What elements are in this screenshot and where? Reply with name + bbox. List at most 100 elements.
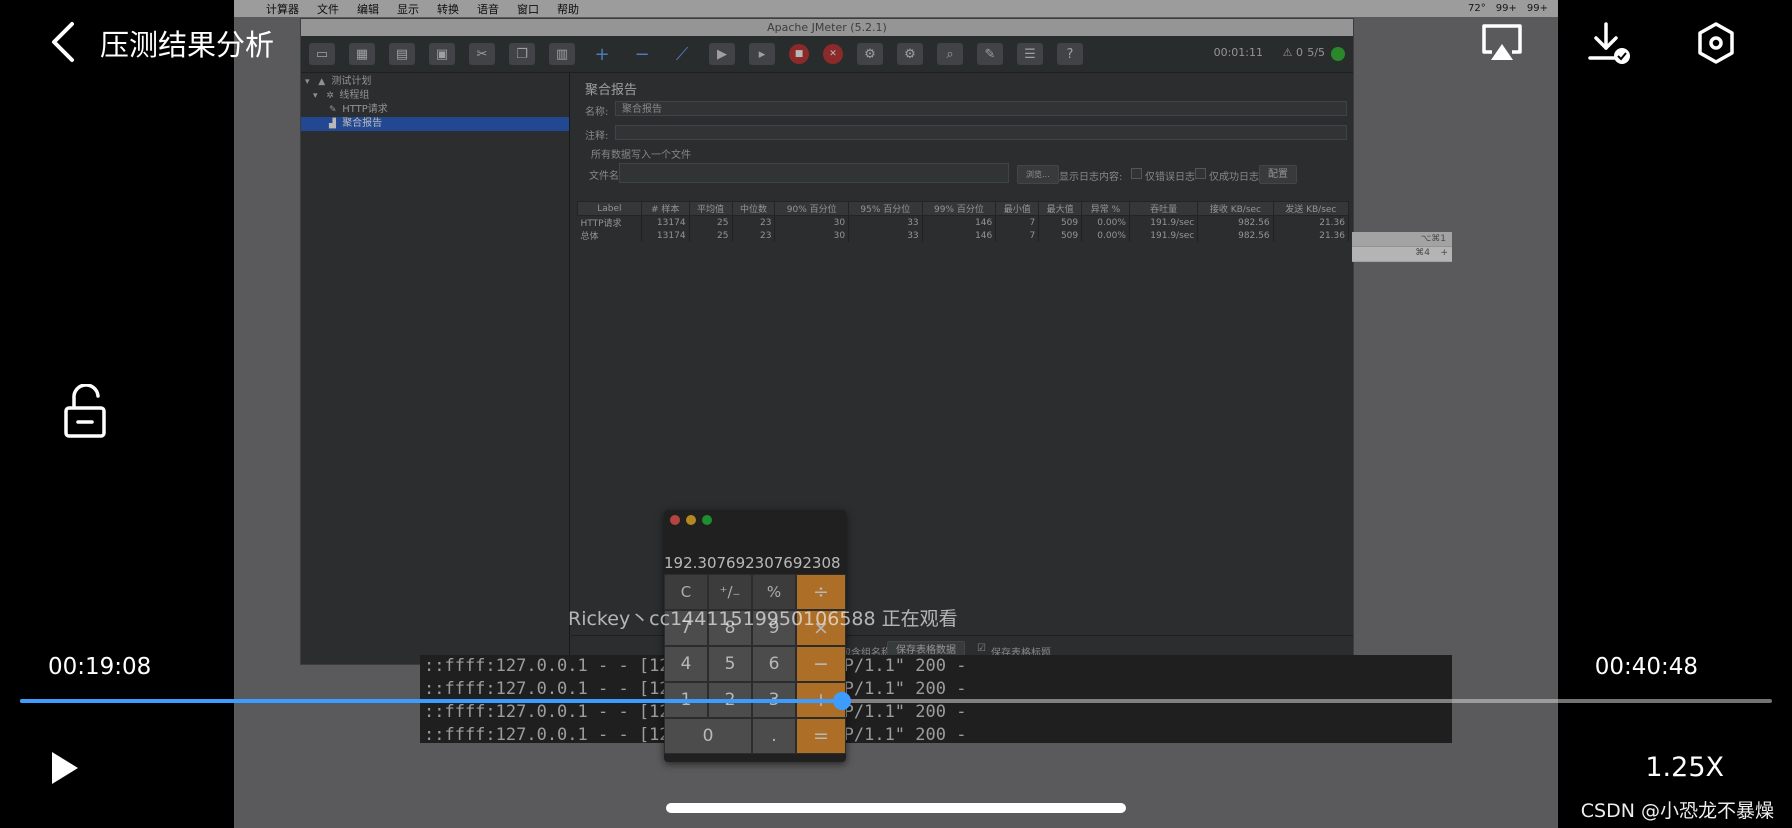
unlock-icon[interactable] [62,384,112,440]
table-cell: 33 [848,215,923,229]
caret-down-icon: ▾ [313,91,318,101]
column-header: 接收 KB/sec [1197,201,1274,216]
watermark-text: CSDN @小恐龙不暴燥 [1580,800,1774,822]
airplay-icon[interactable] [1480,22,1524,62]
column-header: 异常 % [1081,201,1130,216]
table-cell: HTTP请求 [577,215,642,229]
settings-icon[interactable] [1693,20,1739,66]
table-cell: 33 [848,229,923,242]
terminal-line: ::ffff:127.0.0.1 - - [12/...4] "GET / HT… [424,679,967,699]
table-cell: 30 [774,229,850,242]
thread-group-icon: ✲ [326,91,334,101]
table-cell: 7 [995,215,1040,229]
expand-icon: + [594,43,610,65]
terminal-line: ::ffff:127.0.0.1 - - [12/...4] "GET / HT… [424,702,967,722]
running-indicator-icon [1331,47,1345,61]
tree-item-thread-group: ▾ ✲ 线程组 [313,89,369,103]
help-icon: ? [1057,43,1083,65]
progress-bar[interactable] [20,692,1772,710]
progress-thumb[interactable] [832,692,851,710]
sampler-icon: ✎ [329,105,337,115]
home-indicator [666,803,1126,813]
menu-window: 窗口 [517,2,539,16]
menu-help: 帮助 [557,2,579,16]
stop-icon: ■ [789,44,809,64]
column-header: 最小值 [995,201,1040,216]
column-header: 中位数 [731,201,776,216]
total-time: 00:40:48 [1594,654,1698,680]
calculator-window: 192.307692307692308 C ⁺∕₋ % ÷ 7 8 9 × 4 … [664,510,846,762]
menu-view: 显示 [397,2,419,16]
minus-key: − [796,646,846,682]
warning-count: ⚠ 0 [1282,46,1303,59]
table-cell: 21.36 [1273,229,1350,242]
mac-menubar: 计算器 文件 编辑 显示 转换 语音 窗口 帮助 72° 99+ 99+ [234,0,1558,17]
clear-all-icon: ⚙ [897,43,923,65]
minimize-icon [686,515,696,525]
video-title: 压测结果分析 [100,28,275,62]
side-shortcut: ⌥⌘1 [1420,234,1446,244]
table-cell: 30 [774,215,850,229]
zero-key: 0 [664,718,752,754]
table-cell: 13174 [641,215,690,229]
log-content-label: 显示日志内容: [1059,172,1123,183]
notification-count-2: 99+ [1526,3,1548,14]
table-cell: 191.9/sec [1129,215,1199,229]
playback-speed-button[interactable]: 1.25X [1645,752,1724,783]
table-row: HTTP请求 13174 25 23 30 33 146 7 509 0.00%… [577,215,1350,229]
filename-label: 文件名 [589,171,619,182]
copy-icon: ❐ [509,43,535,65]
results-table: Label # 样本 平均值 中位数 90% 百分位 95% 百分位 99% 百… [577,201,1350,242]
table-cell: 7 [995,229,1040,242]
success-only-checkbox [1195,168,1206,179]
tree-item-http-request-label: HTTP请求 [342,104,388,115]
menu-convert: 转换 [437,2,459,16]
toggle-icon: ⟋ [675,43,689,65]
listener-icon: ▟ [329,119,336,129]
jmeter-title: Apache JMeter (5.2.1) [301,19,1353,36]
terminal-line: ::ffff:127.0.0.1 - - [12/...4] "GET / HT… [424,725,967,745]
table-header-row: Label # 样本 平均值 中位数 90% 百分位 95% 百分位 99% 百… [577,201,1350,216]
function-helper-icon: ☰ [1017,43,1043,65]
column-header: 99% 百分位 [921,201,997,216]
column-header: 最大值 [1038,201,1083,216]
table-cell: 191.9/sec [1129,229,1199,242]
side-window: ⌥⌘1 ⌘4 + [1352,232,1452,262]
test-plan-tree: ▾ ▲ 测试计划 ▾ ✲ 线程组 ✎ HTTP请求 ▟ 聚合报告 [301,73,570,664]
table-cell: 23 [732,215,776,229]
zoom-icon [702,515,712,525]
temperature-text: 72° [1468,3,1486,14]
filename-field [619,163,1009,183]
errors-only-label: 仅错误日志 [1145,172,1195,183]
progress-fill [20,699,842,703]
column-header: # 样本 [640,201,690,216]
table-cell: 21.36 [1273,215,1350,229]
templates-icon: ▦ [349,43,375,65]
active-threads: 5/5 [1307,46,1325,59]
search-icon: ⌕ [937,43,963,65]
table-cell: 146 [922,215,997,229]
calculator-display: 192.307692307692308 [664,554,841,572]
four-key: 4 [664,646,708,682]
table-cell: 0.00% [1081,215,1130,229]
column-header: 平均值 [688,201,733,216]
panel-title: 聚合报告 [585,83,638,98]
errors-only-checkbox [1131,168,1142,179]
table-cell: 25 [689,215,733,229]
five-key: 5 [708,646,752,682]
tree-item-http-request: ✎ HTTP请求 [329,103,388,117]
table-cell: 509 [1038,229,1083,242]
column-header: 吞吐量 [1128,201,1199,216]
table-cell: 0.00% [1081,229,1130,242]
name-label: 名称: [585,107,609,118]
jmeter-toolbar: ▭ ▦ ▤ ▣ ✂ ❐ ▥ + − ⟋ ▶ ▸ ■ ✕ ⚙ ⚙ ⌕ ✎ ☰ ? … [301,36,1353,73]
terminal-line: ::ffff:127.0.0.1 - - [12/...4] "GET / HT… [424,656,967,676]
download-icon[interactable] [1586,20,1632,66]
table-cell: 982.56 [1197,229,1274,242]
menu-speech: 语音 [477,2,499,16]
tree-item-thread-group-label: 线程组 [339,90,370,101]
column-header: 90% 百分位 [774,201,850,216]
play-icon[interactable] [48,748,82,788]
tree-item-aggregate-report: ▟ 聚合报告 [301,117,569,131]
back-arrow-icon[interactable] [44,20,84,64]
